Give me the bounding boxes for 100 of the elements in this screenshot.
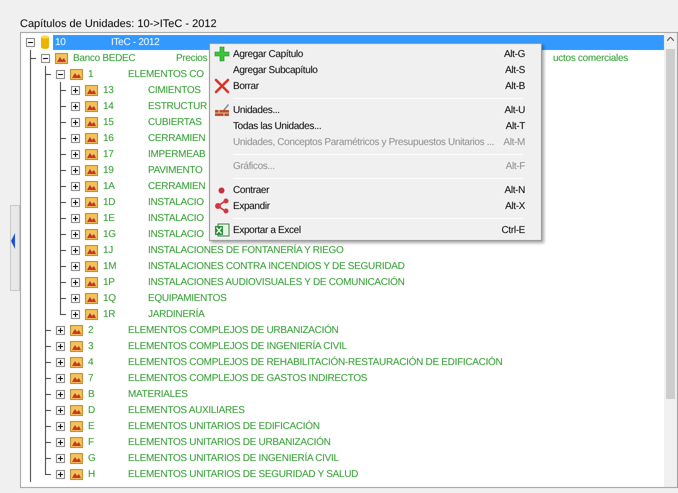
expand-icon[interactable] [71,182,80,190]
chapter-code: 1P [102,276,116,290]
expand-icon[interactable] [71,310,80,318]
collapse-icon[interactable] [26,38,35,46]
chapter-description: INSTALACIONES CONTRA INCENDIOS Y DE SEGURIDAD [148,260,405,274]
expand-icon[interactable] [56,358,65,366]
menu-item[interactable]: Agregar Subcapítulo Alt-S [210,62,541,78]
chapter-description: CUBIERTAS [148,116,202,130]
chapter-code: 1G [102,228,117,242]
plus-icon [214,46,230,62]
scroll-up-icon[interactable] [667,37,674,41]
chapter-code: 1Q [102,292,117,306]
expand-icon[interactable] [71,134,80,142]
chapter-code: 1J [102,244,114,258]
expand-icon[interactable] [71,198,80,206]
expand-icon[interactable] [56,406,65,414]
close-icon [214,78,230,94]
tree-row[interactable]: D ELEMENTOS AUXILIARES [86,402,664,418]
chapter-code: E [87,420,96,434]
tree-row[interactable]: 1M INSTALACIONES CONTRA INCENDIOS Y DE SEGURIDAD [101,258,664,274]
chapter-code: 1 [87,68,94,82]
tree-row[interactable]: F ELEMENTOS UNITARIOS DE URBANIZACIÓN [86,434,664,450]
chapter-description: INSTALACIONES AUDIOVISUALES Y DE COMUNICACIÓN [148,275,405,290]
expand-icon[interactable] [56,470,65,478]
chapter-code: H [87,468,96,482]
chapter-description: ESTRUCTUR [148,100,207,114]
folder-picture-icon [70,340,83,352]
expand-icon[interactable] [71,166,80,174]
tree-row[interactable]: 1Q EQUIPAMIENTOS [101,290,664,306]
expand-icon[interactable] [56,438,65,446]
expand-icon[interactable] [56,374,65,382]
chapter-code: 1E [102,212,116,226]
chapter-description: CERRAMIEN [148,132,206,146]
expand-icon[interactable] [71,150,80,158]
menu-item[interactable]: Contraer Alt-N [210,182,541,198]
menu-item[interactable]: Borrar Alt-B [210,78,541,94]
tree-row[interactable]: H ELEMENTOS UNITARIOS DE SEGURIDAD Y SALUD [86,466,664,482]
chapter-description: ELEMENTOS COMPLEJOS DE URBANIZACIÓN [128,323,338,338]
tree-row[interactable]: B MATERIALES [86,386,664,402]
tree-row[interactable]: 1P INSTALACIONES AUDIOVISUALES Y DE COMUNICACIÓN [101,274,664,290]
scrollbar-thumb[interactable] [666,49,675,399]
folder-picture-icon [85,212,98,224]
scrollbar[interactable] [664,33,677,487]
expand-icon[interactable] [71,230,80,238]
cylinder-icon [40,35,50,49]
expand-icon[interactable] [71,214,80,222]
chapter-code: 2 [87,324,94,338]
chapter-description: ELEMENTOS UNITARIOS DE URBANIZACIÓN [128,435,330,450]
chapter-code: G [87,452,96,466]
expand-icon[interactable] [71,118,80,126]
expand-icon[interactable] [56,342,65,350]
dot-icon [218,186,225,194]
chapter-description: INSTALACIO [148,228,204,242]
chapter-code: Banco BEDEC [72,52,136,66]
chapter-description: ELEMENTOS COMPLEJOS DE REHABILITACIÓN-RESTAURACIÓN DE EDIFICACIÓN [128,355,502,370]
triangle-icon [11,233,15,249]
folder-picture-icon [85,244,98,256]
chapter-code: 17 [102,148,115,162]
tree-row[interactable]: G ELEMENTOS UNITARIOS DE INGENIERÍA CIVIL [86,450,664,466]
chapter-code: 4 [87,356,94,370]
expand-icon[interactable] [56,454,65,462]
tree-row[interactable]: 4 ELEMENTOS COMPLEJOS DE REHABILITACIÓN-RESTAURACIÓN DE EDIFICACIÓN [86,354,664,370]
tree-row[interactable]: 7 ELEMENTOS COMPLEJOS DE GASTOS INDIRECTOS [86,370,664,386]
expand-icon[interactable] [71,278,80,286]
collapse-icon[interactable] [41,54,50,62]
expand-icon[interactable] [56,326,65,334]
chapter-code: 3 [87,340,94,354]
chapter-description: ELEMENTOS AUXILIARES [128,404,245,418]
expand-icon[interactable] [71,294,80,302]
splitter-handle[interactable] [10,205,20,291]
chapter-description: ELEMENTOS COMPLEJOS DE GASTOS INDIRECTOS [128,372,368,386]
expand-icon[interactable] [71,86,80,94]
chapter-description: ELEMENTOS UNITARIOS DE EDIFICACIÓN [128,419,320,434]
folder-picture-icon [85,292,98,304]
collapse-icon[interactable] [56,70,65,78]
expand-icon[interactable] [71,102,80,110]
expand-icon[interactable] [71,262,80,270]
chapter-code: 7 [87,372,94,386]
tree-row[interactable]: 1J INSTALACIONES DE FONTANERÍA Y RIEGO [101,242,664,258]
window-title: Capítulos de Unidades: 10->ITeC - 2012 [20,18,217,30]
expand-icon[interactable] [56,422,65,430]
tree-row[interactable]: 3 ELEMENTOS COMPLEJOS DE INGENIERÍA CIVIL [86,338,664,354]
chapter-description: ELEMENTOS UNITARIOS DE SEGURIDAD Y SALUD [128,468,358,482]
folder-picture-icon [70,452,83,464]
folder-picture-icon [70,324,83,336]
tree-row[interactable]: 1R JARDINERÍA [101,306,664,322]
menu-item[interactable]: Todas las Unidades... Alt-T [210,118,541,134]
tree-row[interactable]: E ELEMENTOS UNITARIOS DE EDIFICACIÓN [86,418,664,434]
folder-picture-icon [85,84,98,96]
chapter-code: B [87,388,96,402]
expand-icon[interactable] [56,390,65,398]
tree-row[interactable]: 2 ELEMENTOS COMPLEJOS DE URBANIZACIÓN [86,322,664,338]
menu-item[interactable]: Expandir Alt-X [210,198,541,214]
chapter-description: INSTALACIO [148,196,204,210]
menu-item[interactable]: Exportar a Excel Ctrl-E [210,222,541,238]
expand-icon[interactable] [71,246,80,254]
folder-picture-icon [85,148,98,160]
chapter-code: F [87,436,95,450]
menu-item[interactable]: Unidades... Alt-U [210,102,541,118]
chapter-description: INSTALACIO [148,212,204,226]
